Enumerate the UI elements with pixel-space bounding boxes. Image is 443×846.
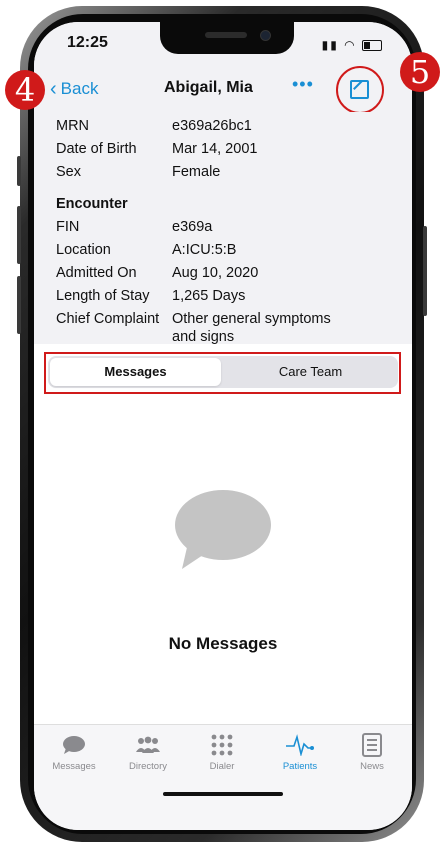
info-label: Chief Complaint [56,311,160,327]
info-value: Female [172,164,221,180]
info-label: MRN [56,118,90,134]
info-value: Mar 14, 2001 [172,141,258,157]
empty-state-text: No Messages [168,634,278,653]
front-camera [260,30,271,41]
power-button [423,226,427,316]
chat-bubble-icon [44,731,104,759]
encounter-heading: Encounter [56,196,128,212]
tab-bar-directory[interactable]: Directory [118,731,178,772]
info-row-fin: FIN e369a [56,219,212,235]
compose-message-icon[interactable] [350,80,369,99]
speaker-grille [205,32,247,38]
patient-info-panel: MRN e369a26bc1 Date of Birth Mar 14, 200… [34,112,412,345]
tab-bar-patients[interactable]: Patients [270,731,330,772]
tab-bar-label: Directory [128,761,167,772]
info-label: Length of Stay [56,288,150,304]
tab-bar-label: Messages [52,761,96,772]
app-screen: 12:25 ▮▮ ◠ ‹ Back Abigail, Mia ••• MRN e3… [34,22,412,830]
info-label: Date of Birth [56,141,137,157]
info-value: Other general symptoms [172,311,331,327]
info-value: e369a [172,219,213,235]
info-value: and signs [172,329,235,345]
info-label: FIN [56,219,80,235]
info-row-location: Location A:ICU:5:B [56,242,236,258]
info-row-sex: Sex Female [56,164,220,180]
keypad-icon [192,731,252,759]
more-options-button[interactable]: ••• [292,74,314,95]
status-icons: ▮▮ ◠ [322,38,382,52]
battery-icon [362,40,382,52]
info-row-admitted: Admitted On Aug 10, 2020 [56,265,258,281]
volume-up-button [17,206,21,264]
people-icon [118,731,178,759]
back-label: Back [60,79,99,98]
status-time: 12:25 [67,34,108,51]
tab-bar-messages[interactable]: Messages [44,731,104,772]
info-value: 1,265 Days [172,288,246,304]
annotation-badge-4: 4 [5,70,45,110]
info-row-length-of-stay: Length of Stay 1,265 Days [56,288,245,304]
navigation-bar: ‹ Back Abigail, Mia ••• [34,66,412,114]
info-label: Sex [56,164,81,180]
info-value: e369a26bc1 [172,118,252,134]
info-row-mrn: MRN e369a26bc1 [56,118,252,134]
tab-bar-dialer[interactable]: Dialer [192,731,252,772]
segment-highlight-box [44,352,401,394]
info-value: Aug 10, 2020 [172,265,259,281]
chevron-left-icon: ‹ [50,78,57,100]
home-indicator [163,792,283,796]
news-icon [342,731,402,759]
volume-down-button [17,276,21,334]
empty-chat-bubble-icon [175,490,271,569]
signal-icon: ▮▮ [321,38,339,52]
info-label: Location [56,242,111,258]
tab-bar-label: News [360,761,384,772]
info-row-dob: Date of Birth Mar 14, 2001 [56,141,257,157]
wifi-icon: ◠ [344,38,357,52]
info-value: A:ICU:5:B [172,242,237,258]
mute-switch [17,156,21,186]
back-button[interactable]: ‹ Back [50,78,98,101]
tab-bar-label: Patients [282,761,318,772]
tab-bar-news[interactable]: News [342,731,402,772]
page-title: Abigail, Mia [164,79,253,96]
notch [160,22,294,54]
bottom-tab-bar: Messages Directory Dialer Patients News [34,724,412,830]
heartbeat-icon [270,731,330,759]
info-label: Admitted On [56,265,137,281]
info-row-chief-complaint: Chief Complaint Other general symptoms [56,311,331,327]
tab-bar-label: Dialer [209,761,235,772]
annotation-badge-5: 5 [400,52,440,92]
